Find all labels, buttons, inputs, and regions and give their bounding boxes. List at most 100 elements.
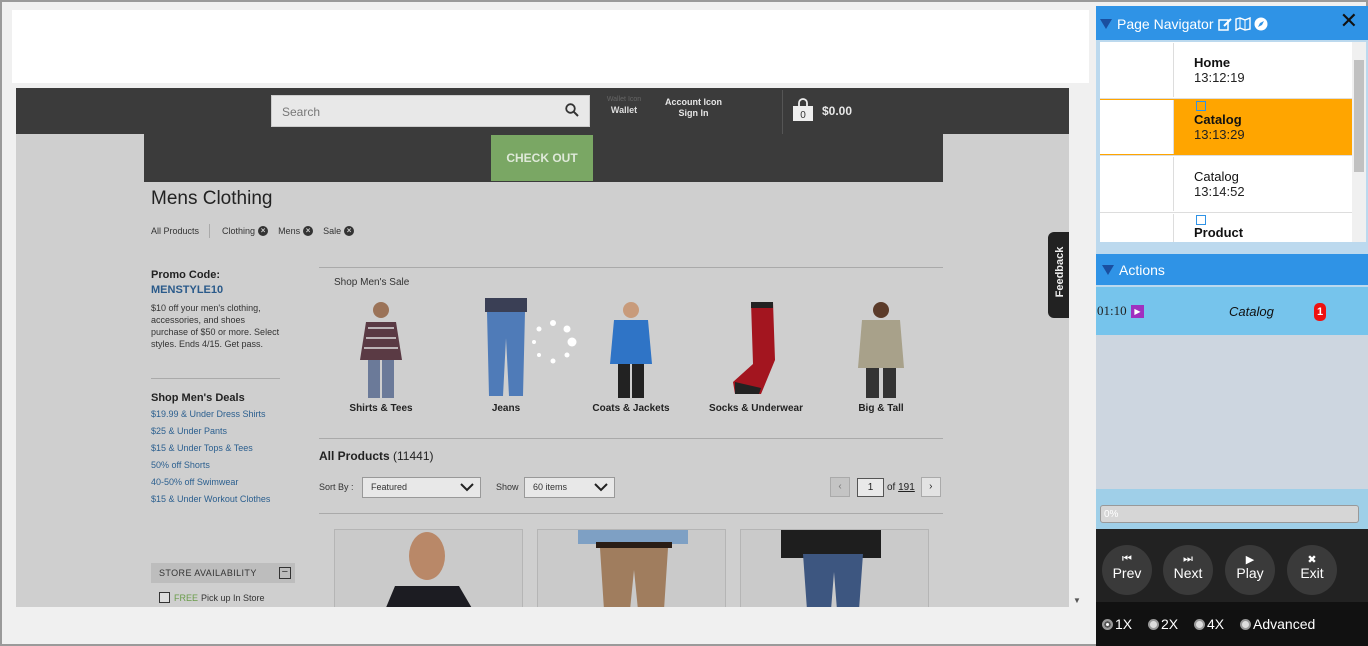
search-input[interactable]: Search [271, 95, 590, 127]
play-action-icon[interactable]: ▶ [1131, 305, 1144, 318]
filter-mens[interactable]: Mens × [278, 226, 314, 236]
edit-icon[interactable] [1217, 17, 1232, 31]
catalog-page-icon [1196, 101, 1206, 111]
category-big-tall[interactable]: Big & Tall [826, 298, 936, 415]
all-products-heading: All Products (11441) [319, 449, 434, 463]
radio-icon[interactable] [1148, 618, 1159, 630]
actions-header: Actions [1096, 254, 1368, 285]
breadcrumb: All Products Clothing × Mens × Sale × [151, 224, 364, 238]
skip-forward-icon: ⏭ [1183, 553, 1193, 565]
page-history-list: Home 13:12:19 Catalog 13:13:29 Catalog 1… [1100, 42, 1352, 242]
feedback-tab[interactable]: Feedback [1048, 232, 1069, 318]
account-link[interactable]: Account Icon Sign In [656, 97, 731, 119]
pickup-checkbox[interactable] [159, 592, 170, 603]
close-icon[interactable]: ✕ [1340, 8, 1358, 34]
pickup-filter[interactable]: FREE Pick up In Store [159, 592, 265, 603]
filter-clothing[interactable]: Clothing × [222, 226, 269, 236]
page-input[interactable]: 1 [857, 477, 884, 497]
collapse-icon[interactable]: − [279, 567, 291, 579]
remove-filter-icon[interactable]: × [344, 226, 355, 236]
deal-link[interactable]: 50% off Shorts [151, 459, 291, 471]
store-availability-header[interactable]: STORE AVAILABILITY − [151, 563, 295, 583]
action-time: 01:10 [1097, 303, 1127, 318]
speed-4x-radio[interactable]: 4X [1194, 616, 1224, 632]
breadcrumb-divider [209, 224, 211, 238]
category-label: Big & Tall [858, 403, 904, 414]
page-list-scrollbar[interactable] [1352, 42, 1366, 242]
page-thumbnail [1100, 100, 1174, 154]
next-page-button[interactable]: › [920, 477, 941, 497]
product-card[interactable] [334, 529, 523, 607]
deal-link[interactable]: $25 & Under Pants [151, 425, 291, 437]
remove-filter-icon[interactable]: × [258, 226, 269, 236]
sort-select[interactable]: Featured [362, 477, 481, 498]
compass-icon[interactable] [1254, 17, 1268, 31]
breadcrumb-all-products[interactable]: All Products [151, 226, 199, 236]
prev-button[interactable]: ⏮ Prev [1102, 545, 1152, 595]
prev-page-button[interactable]: ‹ [830, 477, 850, 497]
speed-1x-radio[interactable]: 1X [1102, 616, 1132, 632]
chevron-down-icon [594, 483, 608, 492]
page-history-item[interactable]: Product [1100, 213, 1352, 242]
promo-code[interactable]: MENSTYLE10 [151, 284, 281, 296]
scroll-down-icon[interactable]: ▼ [1073, 596, 1081, 605]
map-icon[interactable] [1234, 17, 1251, 31]
scrollbar-thumb[interactable] [1354, 60, 1364, 172]
free-label: FREE [174, 592, 199, 603]
page-history-item[interactable]: Catalog 13:14:52 [1100, 156, 1352, 213]
page-history-item-active[interactable]: Catalog 13:13:29 [1100, 99, 1352, 156]
top-blank-area [12, 10, 1089, 83]
radio-icon[interactable] [1194, 618, 1205, 630]
actions-empty-area [1096, 335, 1368, 489]
deal-link[interactable]: $15 & Under Tops & Tees [151, 442, 291, 454]
deal-link[interactable]: $19.99 & Under Dress Shirts [151, 408, 291, 420]
product-card[interactable] [740, 529, 929, 607]
shopping-bag-icon[interactable]: 0 [792, 98, 814, 122]
category-shirts-tees[interactable]: Shirts & Tees [326, 298, 436, 415]
cart-total[interactable]: $0.00 [822, 104, 852, 118]
category-coats-jackets[interactable]: Coats & Jackets [576, 298, 686, 415]
wallet-icon: Wallet Icon [606, 96, 642, 103]
deals-block: Shop Men's Deals $19.99 & Under Dress Sh… [151, 392, 291, 510]
collapse-triangle-icon[interactable] [1100, 19, 1112, 29]
play-button[interactable]: ▶ Play [1225, 545, 1275, 595]
category-socks-underwear[interactable]: Socks & Underwear [701, 298, 811, 415]
page-scrollbar[interactable]: ▼ [1069, 88, 1085, 607]
product-image [578, 530, 688, 607]
checkout-button[interactable]: CHECK OUT [491, 135, 593, 181]
deal-link[interactable]: 40-50% off Swimwear [151, 476, 291, 488]
category-label: Shirts & Tees [349, 403, 413, 414]
filter-sale[interactable]: Sale × [323, 226, 355, 236]
wallet-link[interactable]: Wallet Icon Wallet [604, 96, 644, 115]
last-page-link[interactable]: 191 [898, 482, 915, 493]
product-card[interactable] [537, 529, 726, 607]
action-name: Catalog [1229, 304, 1274, 319]
product-image [386, 532, 472, 607]
page-time: 13:12:19 [1194, 70, 1245, 85]
playback-progress-bar[interactable]: 0% [1100, 505, 1359, 523]
exit-button[interactable]: ✖ Exit [1287, 545, 1337, 595]
page-history-item[interactable]: Home 13:12:19 [1100, 42, 1352, 99]
search-icon[interactable] [565, 103, 579, 117]
shop-sale-heading: Shop Men's Sale [334, 277, 410, 288]
jacket-model-image [610, 302, 652, 398]
actions-title: Actions [1119, 262, 1165, 278]
items-per-page-select[interactable]: 60 items [524, 477, 615, 498]
cart-count: 0 [800, 110, 806, 121]
collapse-triangle-icon[interactable] [1102, 265, 1114, 275]
speed-2x-radio[interactable]: 2X [1148, 616, 1178, 632]
radio-icon[interactable] [1102, 618, 1113, 630]
action-row[interactable]: 01:10 ▶ Catalog 1 [1096, 287, 1368, 335]
page-name: Home [1194, 55, 1231, 70]
speed-advanced-radio[interactable]: Advanced [1240, 616, 1315, 632]
sock-image [733, 302, 775, 394]
divider [319, 513, 943, 514]
deal-link[interactable]: $15 & Under Workout Clothes [151, 493, 291, 505]
radio-icon[interactable] [1240, 618, 1251, 630]
site-viewport: Search Wallet Icon Wallet Account Icon S… [16, 88, 1069, 607]
page-title: Mens Clothing [151, 188, 273, 209]
category-label: Coats & Jackets [592, 403, 670, 414]
remove-filter-icon[interactable]: × [303, 226, 314, 236]
store-availability-label: STORE AVAILABILITY [159, 568, 257, 578]
next-button[interactable]: ⏭ Next [1163, 545, 1213, 595]
